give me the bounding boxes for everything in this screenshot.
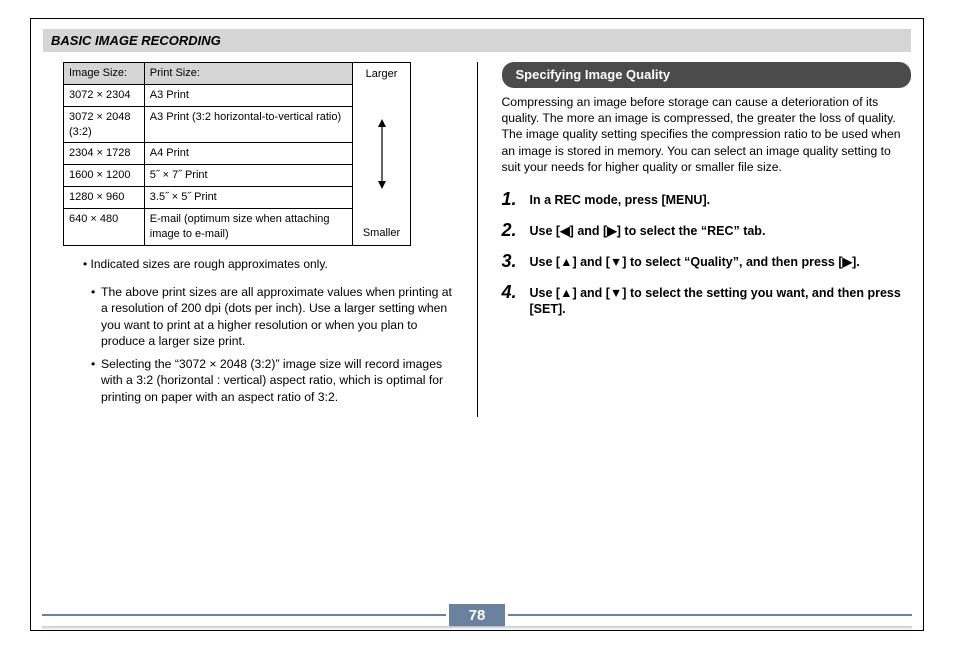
step-text: Use [▲] and [▼] to select “Quality”, and… bbox=[530, 252, 860, 271]
two-column-layout: Image Size: Print Size: 3072 × 2304 A3 P… bbox=[43, 62, 911, 417]
page-frame: BASIC IMAGE RECORDING Image Size: Print … bbox=[30, 18, 924, 631]
size-range-column: Larger Smaller bbox=[353, 62, 411, 246]
table-row: 1600 × 1200 5˝ × 7˝ Print bbox=[64, 165, 353, 187]
step-number: 1. bbox=[502, 190, 524, 208]
step-number: 2. bbox=[502, 221, 524, 239]
range-label-larger: Larger bbox=[366, 67, 398, 82]
step-text: In a REC mode, press [MENU]. bbox=[530, 190, 711, 209]
intro-paragraph: Compressing an image before storage can … bbox=[502, 94, 912, 176]
step-number: 3. bbox=[502, 252, 524, 270]
step-number: 4. bbox=[502, 283, 524, 301]
right-column: Specifying Image Quality Compressing an … bbox=[502, 62, 912, 417]
table-row: 2304 × 1728 A4 Print bbox=[64, 143, 353, 165]
step-item: 4. Use [▲] and [▼] to select the setting… bbox=[502, 283, 912, 319]
left-column: Image Size: Print Size: 3072 × 2304 A3 P… bbox=[43, 62, 453, 417]
cell-print: A3 Print (3:2 horizontal-to-vertical rat… bbox=[144, 106, 352, 143]
cell-print: 3.5˝ × 5˝ Print bbox=[144, 187, 352, 209]
cell-print: 5˝ × 7˝ Print bbox=[144, 165, 352, 187]
footer-rule-right bbox=[508, 614, 912, 616]
cell-print: E-mail (optimum size when attaching imag… bbox=[144, 208, 352, 245]
cell-size: 1600 × 1200 bbox=[64, 165, 145, 187]
list-item: Selecting the “3072 × 2048 (3:2)” image … bbox=[91, 356, 453, 405]
step-text: Use [◀] and [▶] to select the “REC” tab. bbox=[530, 221, 766, 240]
step-item: 2. Use [◀] and [▶] to select the “REC” t… bbox=[502, 221, 912, 240]
cell-size: 640 × 480 bbox=[64, 208, 145, 245]
step-item: 3. Use [▲] and [▼] to select “Quality”, … bbox=[502, 252, 912, 271]
section-header: BASIC IMAGE RECORDING bbox=[43, 29, 911, 52]
cell-print: A3 Print bbox=[144, 84, 352, 106]
range-label-smaller: Smaller bbox=[363, 226, 400, 241]
step-text: Use [▲] and [▼] to select the setting yo… bbox=[530, 283, 912, 319]
subsection-heading: Specifying Image Quality bbox=[502, 62, 912, 88]
image-size-table: Image Size: Print Size: 3072 × 2304 A3 P… bbox=[63, 62, 353, 246]
cell-size: 3072 × 2304 bbox=[64, 84, 145, 106]
steps-list: 1. In a REC mode, press [MENU]. 2. Use [… bbox=[502, 190, 912, 318]
table-row: 1280 × 960 3.5˝ × 5˝ Print bbox=[64, 187, 353, 209]
double-arrow-icon bbox=[355, 82, 408, 226]
table-row: 3072 × 2304 A3 Print bbox=[64, 84, 353, 106]
footer-rule-left bbox=[42, 614, 446, 616]
size-table-area: Image Size: Print Size: 3072 × 2304 A3 P… bbox=[63, 62, 453, 246]
cell-size: 1280 × 960 bbox=[64, 187, 145, 209]
cell-size: 2304 × 1728 bbox=[64, 143, 145, 165]
table-header-print-size: Print Size: bbox=[144, 63, 352, 85]
table-row: 640 × 480 E-mail (optimum size when atta… bbox=[64, 208, 353, 245]
cell-print: A4 Print bbox=[144, 143, 352, 165]
table-header-image-size: Image Size: bbox=[64, 63, 145, 85]
notes-list: The above print sizes are all approximat… bbox=[51, 284, 453, 405]
step-item: 1. In a REC mode, press [MENU]. bbox=[502, 190, 912, 209]
list-item: The above print sizes are all approximat… bbox=[91, 284, 453, 350]
column-divider bbox=[477, 62, 478, 417]
cell-size: 3072 × 2048 (3:2) bbox=[64, 106, 145, 143]
page-footer: 78 bbox=[42, 604, 912, 626]
approx-note: • Indicated sizes are rough approximates… bbox=[83, 256, 453, 272]
page-number: 78 bbox=[449, 604, 506, 627]
footer-shadow bbox=[42, 626, 912, 630]
table-row: 3072 × 2048 (3:2) A3 Print (3:2 horizont… bbox=[64, 106, 353, 143]
